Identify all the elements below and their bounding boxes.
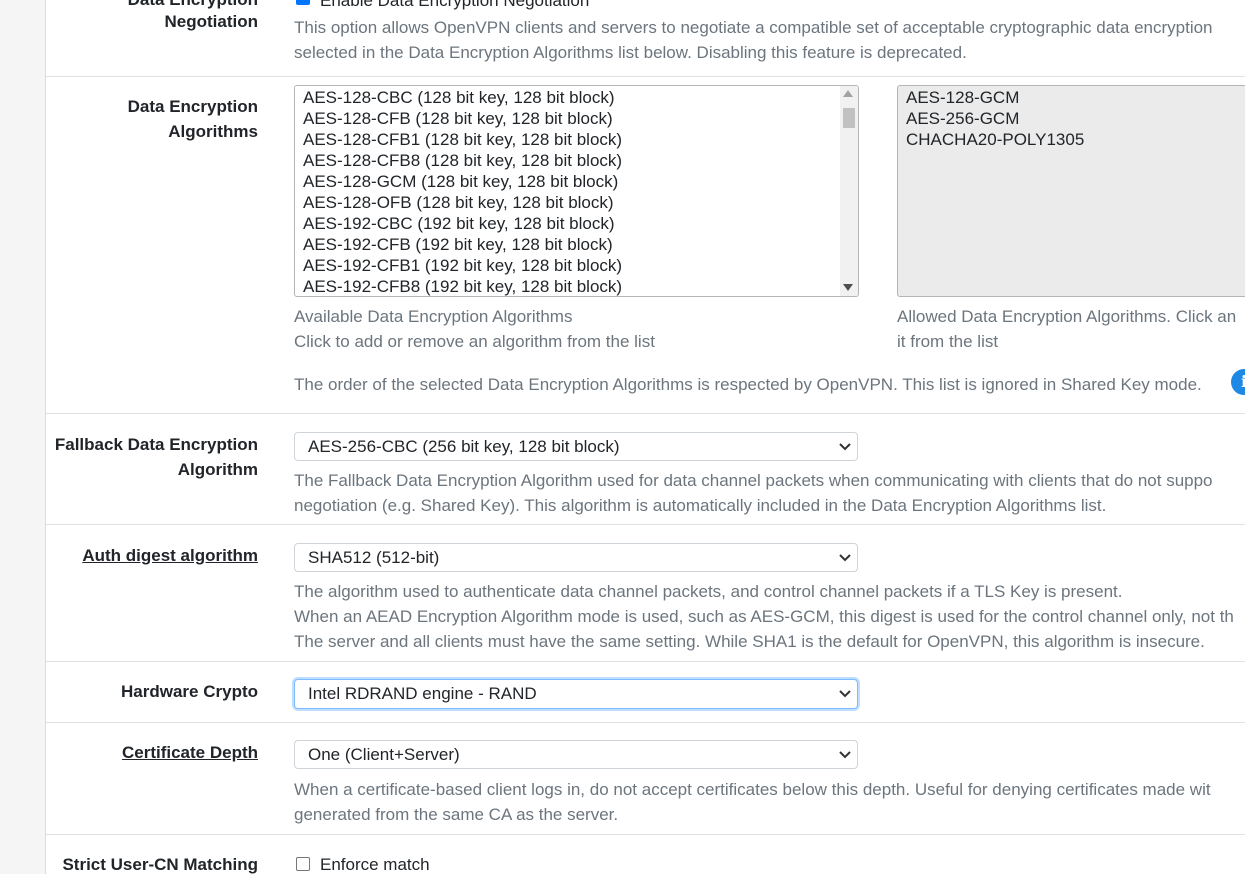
certificate-depth-select[interactable]: One (Client+Server) [294,740,858,769]
negotiation-label: Negotiation [164,12,259,31]
list-item[interactable]: AES-256-GCM [898,108,1084,129]
available-help-line2: Click to add or remove an algorithm from… [294,332,655,351]
allowed-help-line2: it from the list [897,332,999,351]
list-item[interactable]: AES-192-CFB (192 bit key, 128 bit block) [295,234,622,255]
auth-digest-label[interactable]: Auth digest algorithm [82,543,258,568]
fallback-help: The Fallback Data Encryption Algorithm u… [294,468,1213,518]
available-help-line1: Available Data Encryption Algorithms [294,307,573,326]
negotiation-help: This option allows OpenVPN clients and s… [294,15,1213,65]
list-scrollbar[interactable] [840,86,858,296]
settings-panel: Data Encryption Negotiation Enable Data … [45,0,1245,874]
fallback-label-line1: Fallback Data Encryption [54,435,258,454]
chevron-down-icon [839,443,851,451]
fallback-help-line: negotiation (e.g. Shared Key). This algo… [294,496,1107,515]
scroll-up-arrow-icon[interactable] [843,90,853,97]
fallback-algorithm-value: AES-256-CBC (256 bit key, 128 bit block) [308,437,620,456]
algorithm-order-note: The order of the selected Data Encryptio… [294,375,1202,394]
list-item[interactable]: AES-128-CFB8 (128 bit key, 128 bit block… [295,150,622,171]
auth-digest-help: The algorithm used to authenticate data … [294,579,1234,654]
list-item[interactable]: AES-192-CFB8 (192 bit key, 128 bit block… [295,276,622,296]
certificate-depth-label[interactable]: Certificate Depth [122,740,258,765]
auth-digest-help-line: The algorithm used to authenticate data … [294,582,1123,601]
auth-digest-value: SHA512 (512-bit) [308,548,440,567]
data-algorithms-label-line2: Algorithms [168,122,258,141]
strict-cn-label: Strict User-CN Matching [62,855,258,874]
list-item[interactable]: AES-192-CFB1 (192 bit key, 128 bit block… [295,255,622,276]
chevron-down-icon [839,690,851,698]
auth-digest-help-line: The server and all clients must have the… [294,632,1205,651]
row-divider [46,524,1245,525]
list-item[interactable]: AES-192-CBC (192 bit key, 128 bit block) [295,213,622,234]
certificate-depth-value: One (Client+Server) [308,745,460,764]
info-icon[interactable]: i [1231,369,1245,395]
scroll-thumb[interactable] [843,108,855,128]
list-item[interactable]: AES-128-CBC (128 bit key, 128 bit block) [295,87,622,108]
fallback-algorithm-select[interactable]: AES-256-CBC (256 bit key, 128 bit block) [294,432,858,461]
list-item[interactable]: CHACHA20-POLY1305 [898,129,1084,150]
row-divider [46,413,1245,414]
negotiation-help-line: selected in the Data Encryption Algorith… [294,43,967,62]
list-item[interactable]: AES-128-GCM (128 bit key, 128 bit block) [295,171,622,192]
available-algorithms-list[interactable]: AES-128-CBC (128 bit key, 128 bit block)… [294,85,859,297]
certificate-depth-help: When a certificate-based client logs in,… [294,777,1211,827]
allowed-help-line1: Allowed Data Encryption Algorithms. Clic… [897,307,1237,326]
allowed-algorithms-list[interactable]: AES-128-GCM AES-256-GCM CHACHA20-POLY130… [897,85,1245,297]
fallback-label-line2: Algorithm [177,460,258,479]
hardware-crypto-select[interactable]: Intel RDRAND engine - RAND [294,679,858,709]
allowed-algorithms-items: AES-128-GCM AES-256-GCM CHACHA20-POLY130… [898,87,1084,150]
hardware-crypto-value: Intel RDRAND engine - RAND [308,684,537,703]
chevron-down-icon [839,554,851,562]
certificate-depth-help-line: generated from the same CA as the server… [294,805,619,824]
row-divider [46,834,1245,835]
chevron-down-icon [839,751,851,759]
negotiation-help-line: This option allows OpenVPN clients and s… [294,18,1213,37]
strict-cn-checkbox[interactable] [296,857,310,871]
list-item[interactable]: AES-128-OFB (128 bit key, 128 bit block) [295,192,622,213]
scroll-down-arrow-icon[interactable] [843,284,853,291]
available-algorithms-items: AES-128-CBC (128 bit key, 128 bit block)… [295,87,622,296]
certificate-depth-help-line: When a certificate-based client logs in,… [294,780,1211,799]
auth-digest-help-line: When an AEAD Encryption Algorithm mode i… [294,607,1234,626]
list-item[interactable]: AES-128-CFB (128 bit key, 128 bit block) [295,108,622,129]
hardware-crypto-label: Hardware Crypto [121,682,258,701]
list-item[interactable]: AES-128-CFB1 (128 bit key, 128 bit block… [295,129,622,150]
available-help: Available Data Encryption Algorithms Cli… [294,304,655,354]
row-divider [46,76,1245,77]
data-algorithms-label-line1: Data Encryption [127,97,258,116]
allowed-help: Allowed Data Encryption Algorithms. Clic… [897,304,1236,354]
auth-digest-select[interactable]: SHA512 (512-bit) [294,543,858,572]
row-divider [46,661,1245,662]
strict-cn-checkbox-label[interactable]: Enforce match [320,852,430,874]
negotiation-checkbox[interactable] [296,0,310,5]
negotiation-checkbox-label[interactable]: Enable Data Encryption Negotiation [320,0,589,13]
list-item[interactable]: AES-128-GCM [898,87,1084,108]
fallback-help-line: The Fallback Data Encryption Algorithm u… [294,471,1213,490]
row-divider [46,722,1245,723]
